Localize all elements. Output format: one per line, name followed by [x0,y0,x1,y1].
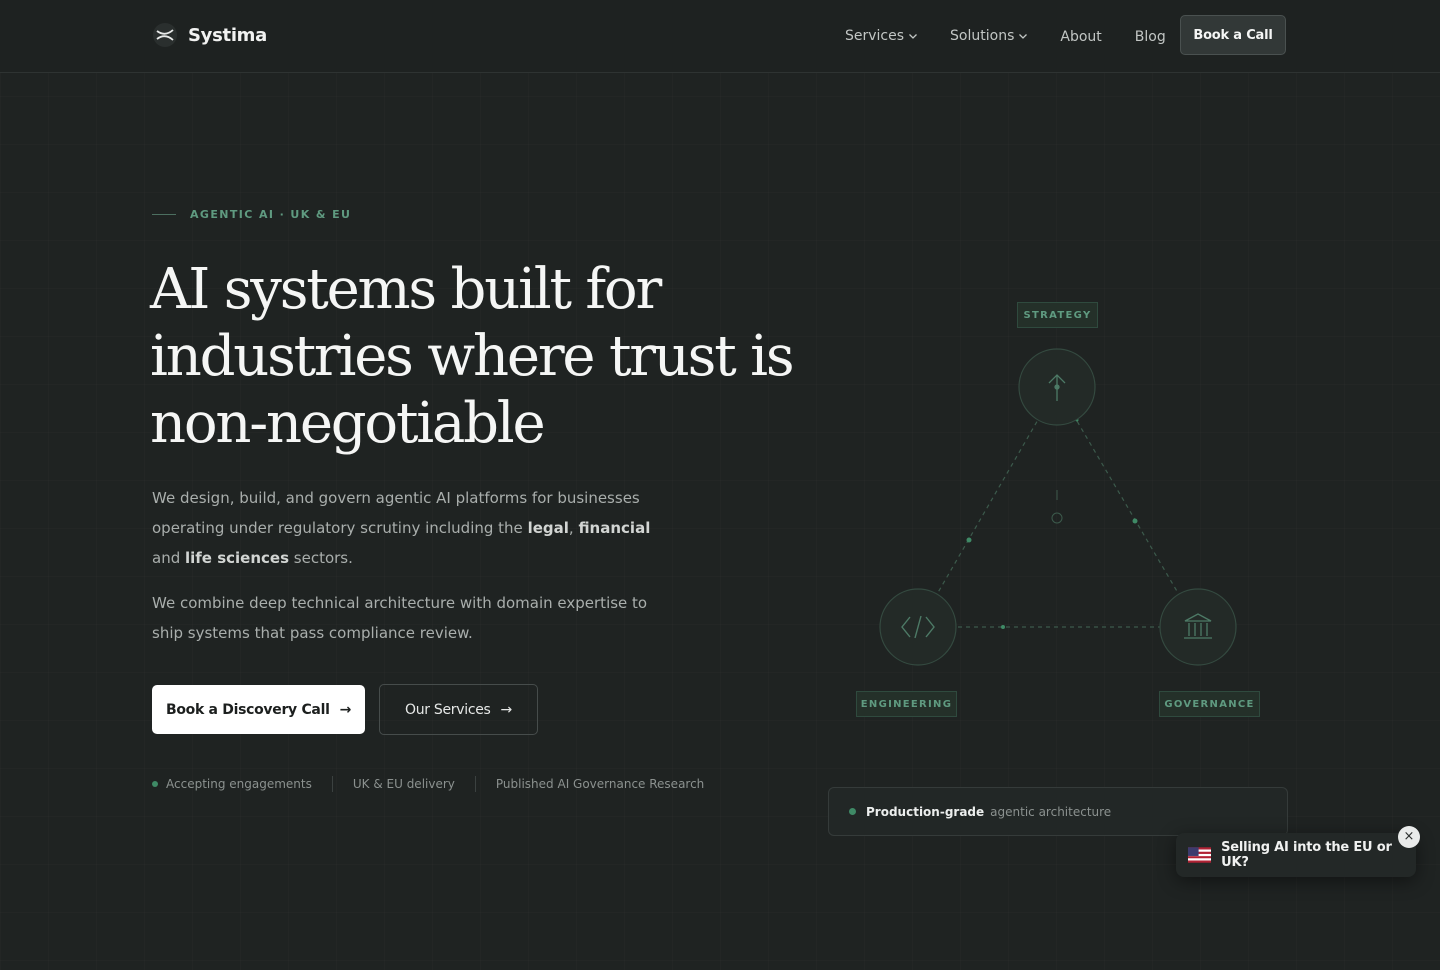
hero-paragraph-2: We combine deep technical architecture w… [152,594,648,642]
path-node [1001,625,1005,629]
status-item: Published AI Governance Research [495,777,705,791]
button-label: Our Services [405,701,491,718]
governance-node [1159,588,1237,666]
book-a-call-button[interactable]: Book a Call [1180,15,1286,55]
nav-links: Services Solutions About Blog [845,0,1166,72]
capability-diagram: STRATEGY ENGINEERING GOVERNANCE [840,290,1280,730]
us-flag-icon [1188,847,1212,863]
nav-item-solutions[interactable]: Solutions [950,28,1028,44]
engineering-label: ENGINEERING [856,691,957,717]
status-item: Accepting engagements [166,777,312,791]
divider [474,776,476,792]
nav-item-label: Solutions [950,28,1015,44]
button-label: Book a Discovery Call [165,701,330,718]
governance-label: GOVERNANCE [1159,691,1260,717]
eyebrow-line [152,214,176,215]
chevron-down-icon [909,34,918,39]
highlight-legal: legal [527,519,569,537]
top-navigation: Systima Services Solutions About Blog Bo… [0,0,1440,73]
status-dot-icon [849,808,856,815]
paragraph-comma: , [568,519,579,537]
arrow-right-icon: → [500,701,513,718]
nav-item-blog[interactable]: Blog [1135,29,1166,45]
status-item: UK & EU delivery [352,777,455,791]
status-card-muted: agentic architecture [990,804,1112,819]
chevron-down-icon [1019,34,1028,39]
divider [331,776,333,792]
strategy-label: STRATEGY [1017,302,1098,328]
systima-logo-icon [153,23,177,47]
nav-item-label: About [1060,29,1102,45]
hero-eyebrow: AGENTIC AI · UK & EU [152,208,351,221]
brand-logo[interactable]: Systima [152,22,267,48]
path-node [1132,518,1138,524]
nav-item-services[interactable]: Services [845,28,918,44]
brand-name: Systima [188,24,267,46]
toast-text: Selling AI into the EU or UK? [1221,840,1392,870]
highlight-life-sciences: life sciences [185,549,290,567]
hero-paragraph-1: We design, build, and govern agentic AI … [152,483,652,573]
status-dot-icon [152,781,158,787]
status-row: Accepting engagements UK & EU delivery P… [152,776,704,792]
diagram-svg [879,348,1237,666]
promo-toast[interactable]: Selling AI into the EU or UK? [1176,833,1416,877]
nav-item-label: Blog [1134,29,1166,45]
our-services-button[interactable]: Our Services → [379,684,538,735]
paragraph-text: sectors. [289,549,353,567]
eyebrow-text: AGENTIC AI · UK & EU [190,208,352,221]
book-discovery-call-button[interactable]: Book a Discovery Call → [152,685,365,734]
nav-item-label: Services [845,28,905,44]
highlight-financial: financial [578,519,651,537]
nav-item-about[interactable]: About [1060,29,1101,45]
status-card-strong: Production-grade [866,804,985,819]
hero-headline: AI systems built for industries where tr… [150,257,795,456]
arrow-right-icon: → [339,701,352,718]
paragraph-text: and [152,549,185,567]
close-icon[interactable]: × [1398,826,1420,848]
center-node [1051,512,1063,524]
path-node [966,537,972,543]
production-status-card: Production-grade agentic architecture [828,787,1288,836]
